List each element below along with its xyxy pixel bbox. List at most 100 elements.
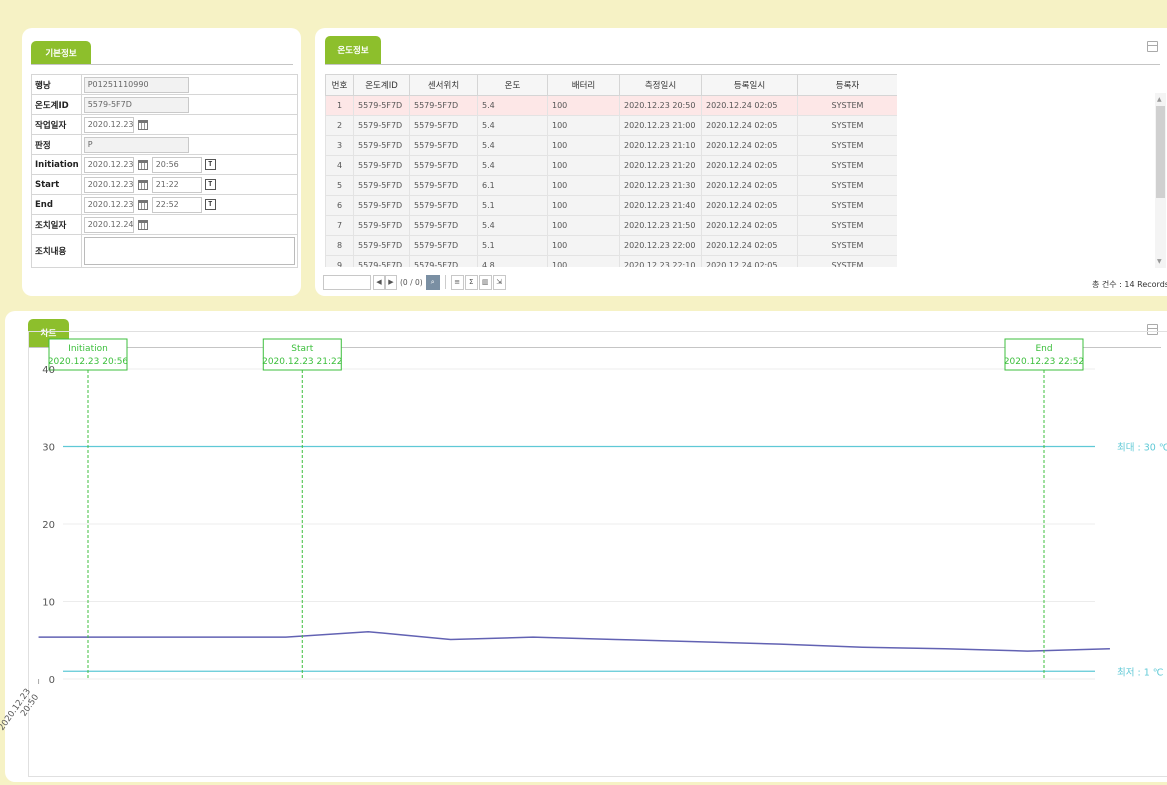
table-cell: 2020.12.24 02:05 — [701, 195, 798, 216]
table-cell: 2020.12.23 22:10 — [619, 255, 702, 267]
table-cell: 5579-5F7D — [353, 155, 410, 176]
field-label-thermometer-id: 온도계ID — [31, 94, 82, 115]
table-cell: 100 — [547, 255, 620, 267]
table-cell: 6 — [325, 195, 354, 216]
table-cell: 5579-5F7D — [353, 255, 410, 267]
field-label-action-content: 조치내용 — [31, 234, 82, 268]
field-label-work-date: 작업일자 — [31, 114, 82, 135]
table-cell: 6.1 — [477, 175, 548, 196]
table-row[interactable]: 5 5579-5F7D 5579-5F7D 6.1 100 2020.12.23 21:3… — [325, 175, 897, 196]
table-cell: 100 — [547, 115, 620, 136]
table-cell: 5.4 — [477, 95, 548, 116]
calendar-icon[interactable] — [137, 159, 148, 170]
action-date-field[interactable]: 2020.12.24 — [83, 216, 134, 233]
table-row[interactable]: 2 5579-5F7D 5579-5F7D 5.4 100 2020.12.23 21:0… — [325, 115, 897, 136]
scroll-down-icon[interactable]: ▼ — [1157, 258, 1162, 265]
table-cell: 2020.12.23 20:50 — [619, 95, 702, 116]
start-time-field[interactable]: 21:22 — [151, 176, 202, 193]
time-button[interactable]: T — [204, 199, 216, 210]
calendar-icon[interactable] — [137, 179, 148, 190]
table-cell: 5579-5F7D — [353, 115, 410, 136]
field-label-initiation: Initiation — [31, 154, 82, 175]
time-button[interactable]: T — [204, 179, 216, 190]
table-cell: 5.1 — [477, 235, 548, 256]
work-date-field[interactable]: 2020.12.23 — [83, 116, 134, 133]
table-cell: 5579-5F7D — [409, 215, 478, 236]
table-cell: 5579-5F7D — [409, 175, 478, 196]
table-cell: SYSTEM — [797, 195, 897, 216]
end-date-field[interactable]: 2020.12.23 — [83, 196, 134, 213]
scroll-thumb[interactable] — [1156, 106, 1165, 198]
column-header[interactable]: 센서위치 — [409, 74, 478, 96]
calendar-icon[interactable] — [137, 199, 148, 210]
table-cell: 2020.12.24 02:05 — [701, 135, 798, 156]
column-header[interactable]: 온도계ID — [353, 74, 410, 96]
initiation-date-field[interactable]: 2020.12.23 — [83, 156, 134, 173]
page-input[interactable] — [323, 274, 371, 290]
align-icon[interactable]: ≡ — [450, 274, 464, 290]
column-header[interactable]: 번호 — [325, 74, 354, 96]
table-cell: 5579-5F7D — [353, 195, 410, 216]
bag-id-field[interactable]: P01251110990 — [83, 76, 189, 93]
calendar-icon[interactable] — [137, 119, 148, 130]
table-row[interactable]: 4 5579-5F7D 5579-5F7D 5.4 100 2020.12.23 21:2… — [325, 155, 897, 176]
table-cell: 5 — [325, 175, 354, 196]
table-cell: SYSTEM — [797, 155, 897, 176]
table-cell: 2020.12.24 02:05 — [701, 235, 798, 256]
scroll-up-icon[interactable]: ▲ — [1157, 96, 1162, 103]
table-row[interactable]: 9 5579-5F7D 5579-5F7D 4.8 100 2020.12.23 22:1… — [325, 255, 897, 267]
time-button[interactable]: T — [204, 159, 216, 170]
end-time-field[interactable]: 22:52 — [151, 196, 202, 213]
column-header[interactable]: 등록일시 — [701, 74, 798, 96]
column-header[interactable]: 온도 — [477, 74, 548, 96]
page-info: (0 / 0) — [400, 277, 423, 287]
table-cell: 2020.12.24 02:05 — [701, 215, 798, 236]
column-header[interactable]: 등록자 — [797, 74, 897, 96]
table-row[interactable]: 1 5579-5F7D 5579-5F7D 5.4 100 2020.12.23 20:5… — [325, 95, 897, 116]
table-row[interactable]: 6 5579-5F7D 5579-5F7D 5.1 100 2020.12.23 21:4… — [325, 195, 897, 216]
table-row[interactable]: 8 5579-5F7D 5579-5F7D 5.1 100 2020.12.23 22:0… — [325, 235, 897, 256]
table-cell: 2020.12.23 21:40 — [619, 195, 702, 216]
grid-scrollbar[interactable]: ▲ ▼ — [1155, 93, 1166, 268]
field-label-action-date: 조치일자 — [31, 214, 82, 235]
table-cell: 5.4 — [477, 135, 548, 156]
calendar-icon[interactable] — [137, 219, 148, 230]
judgement-field[interactable]: P — [83, 136, 189, 153]
tab-basic-info[interactable]: 기본정보 — [31, 41, 91, 64]
table-cell: 5579-5F7D — [409, 235, 478, 256]
prev-page-icon[interactable]: ◀ — [373, 274, 385, 290]
action-content-textarea[interactable] — [83, 237, 295, 265]
sum-icon[interactable]: Σ — [464, 274, 478, 290]
table-cell: 2 — [325, 115, 354, 136]
columns-icon[interactable]: ▥ — [478, 274, 492, 290]
column-header[interactable]: 배터리 — [547, 74, 620, 96]
table-cell: 5579-5F7D — [409, 255, 478, 267]
export-icon[interactable]: ⇲ — [492, 274, 506, 290]
table-row[interactable]: 7 5579-5F7D 5579-5F7D 5.4 100 2020.12.23 21:5… — [325, 215, 897, 236]
table-cell: SYSTEM — [797, 255, 897, 267]
temperature-grid: 번호 온도계ID 센서위치 온도 배터리 측정일시 등록일시 등록자 1 5579-5F7D 55… — [325, 74, 897, 267]
column-header[interactable]: 측정일시 — [619, 74, 702, 96]
record-count: 총 건수 : 14 Records — [1092, 280, 1167, 289]
next-page-icon[interactable]: ▶ — [385, 274, 397, 290]
table-cell: 5579-5F7D — [409, 95, 478, 116]
table-cell: 4 — [325, 155, 354, 176]
table-cell: 4.8 — [477, 255, 548, 267]
table-cell: SYSTEM — [797, 135, 897, 156]
table-cell: 2020.12.23 21:00 — [619, 115, 702, 136]
table-cell: 100 — [547, 155, 620, 176]
table-cell: 2020.12.23 21:50 — [619, 215, 702, 236]
start-date-field[interactable]: 2020.12.23 — [83, 176, 134, 193]
grid-pager: ◀ ▶ (0 / 0) ⌕ ≡ Σ ▥ ⇲ — [323, 274, 506, 290]
table-row[interactable]: 3 5579-5F7D 5579-5F7D 5.4 100 2020.12.23 21:1… — [325, 135, 897, 156]
thermometer-id-field[interactable]: 5579-5F7D — [83, 96, 189, 113]
tab-underline — [31, 64, 293, 65]
collapse-icon[interactable] — [1147, 41, 1158, 52]
initiation-time-field[interactable]: 20:56 — [151, 156, 202, 173]
table-cell: 5579-5F7D — [409, 115, 478, 136]
search-icon[interactable]: ⌕ — [425, 274, 440, 290]
field-label-start: Start — [31, 174, 82, 195]
table-cell: 100 — [547, 195, 620, 216]
table-cell: 2020.12.23 21:30 — [619, 175, 702, 196]
tab-temp-info[interactable]: 온도정보 — [325, 36, 381, 64]
